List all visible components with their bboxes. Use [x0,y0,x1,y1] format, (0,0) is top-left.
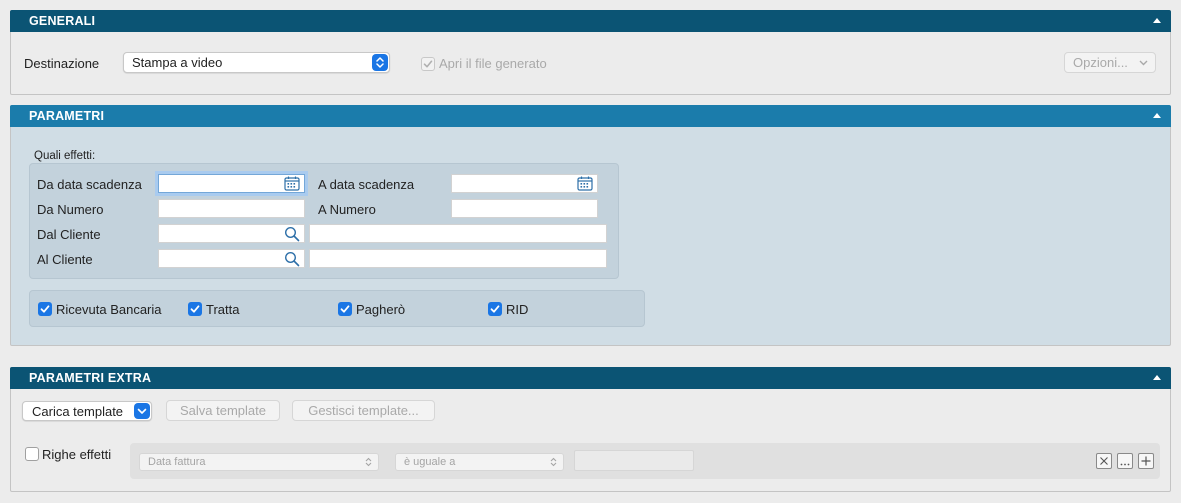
dal-cliente-name-input[interactable] [309,224,607,243]
select-stepper-icon [365,457,372,467]
collapse-icon[interactable] [1153,375,1161,380]
tratta-checkbox[interactable] [188,302,202,316]
quali-effetti-label: Quali effetti: [34,150,96,162]
calendar-icon[interactable] [284,176,300,191]
generali-header[interactable]: GENERALI [10,10,1171,32]
al-cliente-name-input[interactable] [309,249,607,268]
paghero-label: Pagherò [356,302,406,317]
a-data-scadenza-input[interactable] [451,174,598,193]
operator-select[interactable]: è uguale a [395,453,564,471]
collapse-icon[interactable] [1153,113,1161,118]
opzioni-button[interactable]: Opzioni... [1064,52,1156,73]
righe-effetti-label: Righe effetti [42,447,112,462]
generali-panel: GENERALI Destinazione Stampa a video Apr… [10,10,1171,95]
destinazione-label: Destinazione [24,56,100,71]
da-numero-label: Da Numero [37,202,104,217]
add-row-button[interactable] [1138,453,1154,469]
da-data-scadenza-label: Da data scadenza [37,177,142,192]
parametri-extra-header[interactable]: PARAMETRI EXTRA [10,367,1171,389]
apri-file-label: Apri il file generato [439,56,547,71]
carica-template-button[interactable]: Carica template [22,401,152,421]
salva-template-button[interactable]: Salva template [166,400,280,421]
paghero-checkbox[interactable] [338,302,352,316]
more-options-button[interactable] [1117,453,1133,469]
parametri-title: PARAMETRI [29,109,105,123]
calendar-icon[interactable] [577,176,593,191]
generali-title: GENERALI [29,14,96,28]
field-select-value: Data fattura [148,456,206,468]
close-icon [1100,457,1108,465]
parametri-extra-title: PARAMETRI EXTRA [29,371,152,385]
dal-cliente-code-input[interactable] [158,224,305,243]
chevron-down-icon [134,403,150,419]
gestisci-template-label: Gestisci template... [308,403,419,418]
collapse-icon[interactable] [1153,18,1161,23]
destinazione-value: Stampa a video [132,55,223,70]
da-numero-input[interactable] [158,199,305,218]
ricevuta-bancaria-label: Ricevuta Bancaria [56,302,162,317]
a-numero-input[interactable] [451,199,598,218]
search-icon[interactable] [284,251,300,267]
parametri-extra-panel: PARAMETRI EXTRA Carica template Salva te… [10,367,1171,492]
select-stepper-icon [550,457,557,467]
righe-effetti-checkbox[interactable] [25,447,39,461]
tratta-label: Tratta [206,302,240,317]
apri-file-checkbox[interactable] [421,57,435,71]
destinazione-select[interactable]: Stampa a video [123,52,390,73]
al-cliente-code-input[interactable] [158,249,305,268]
a-numero-label: A Numero [318,202,376,217]
filter-value-input[interactable] [574,450,694,471]
opzioni-label: Opzioni... [1073,55,1128,70]
salva-template-label: Salva template [180,403,266,418]
ricevuta-bancaria-checkbox[interactable] [38,302,52,316]
al-cliente-label: Al Cliente [37,252,93,267]
remove-row-button[interactable] [1096,453,1112,469]
operator-select-value: è uguale a [404,456,456,468]
gestisci-template-button[interactable]: Gestisci template... [292,400,435,421]
rid-label: RID [506,302,529,317]
rid-checkbox[interactable] [488,302,502,316]
plus-icon [1141,456,1151,466]
select-stepper-icon [372,54,388,71]
search-icon[interactable] [284,226,300,242]
parametri-panel: PARAMETRI Quali effetti: Da data scadenz… [10,105,1171,346]
dal-cliente-label: Dal Cliente [37,227,101,242]
chevron-down-icon [1139,60,1148,66]
ellipsis-icon [1120,463,1130,466]
a-data-scadenza-label: A data scadenza [318,177,415,192]
da-data-scadenza-input[interactable] [158,174,305,193]
carica-template-label: Carica template [32,404,124,419]
parametri-header[interactable]: PARAMETRI [10,105,1171,127]
field-select[interactable]: Data fattura [139,453,379,471]
